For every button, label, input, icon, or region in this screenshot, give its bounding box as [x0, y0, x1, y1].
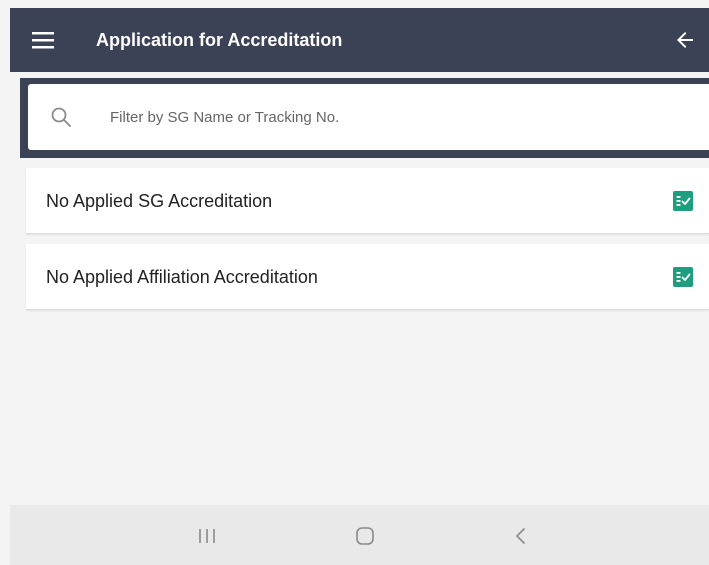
- list-item-label: No Applied SG Accreditation: [46, 191, 273, 211]
- page-title: Application for Accreditation: [96, 30, 343, 50]
- recents-icon[interactable]: [190, 519, 224, 553]
- list-item-affiliation-accreditation[interactable]: No Applied Affiliation Accreditation: [26, 244, 709, 310]
- search-box[interactable]: [28, 84, 709, 150]
- list-item-sg-accreditation[interactable]: No Applied SG Accreditation: [26, 168, 709, 234]
- checklist-icon[interactable]: [673, 191, 693, 211]
- hamburger-menu-icon[interactable]: [32, 30, 54, 50]
- app-screen: Application for Accreditation No Applied…: [0, 0, 709, 565]
- app-bar: Application for Accreditation: [10, 8, 709, 72]
- checklist-icon[interactable]: [673, 267, 693, 287]
- search-input[interactable]: [110, 98, 690, 136]
- home-icon[interactable]: [348, 519, 382, 553]
- system-back-icon[interactable]: [504, 519, 538, 553]
- system-nav-bar: [10, 505, 709, 565]
- search-band: [20, 78, 709, 158]
- list-item-label: No Applied Affiliation Accreditation: [46, 267, 318, 287]
- search-icon: [50, 106, 72, 128]
- arrow-left-icon[interactable]: [673, 28, 697, 52]
